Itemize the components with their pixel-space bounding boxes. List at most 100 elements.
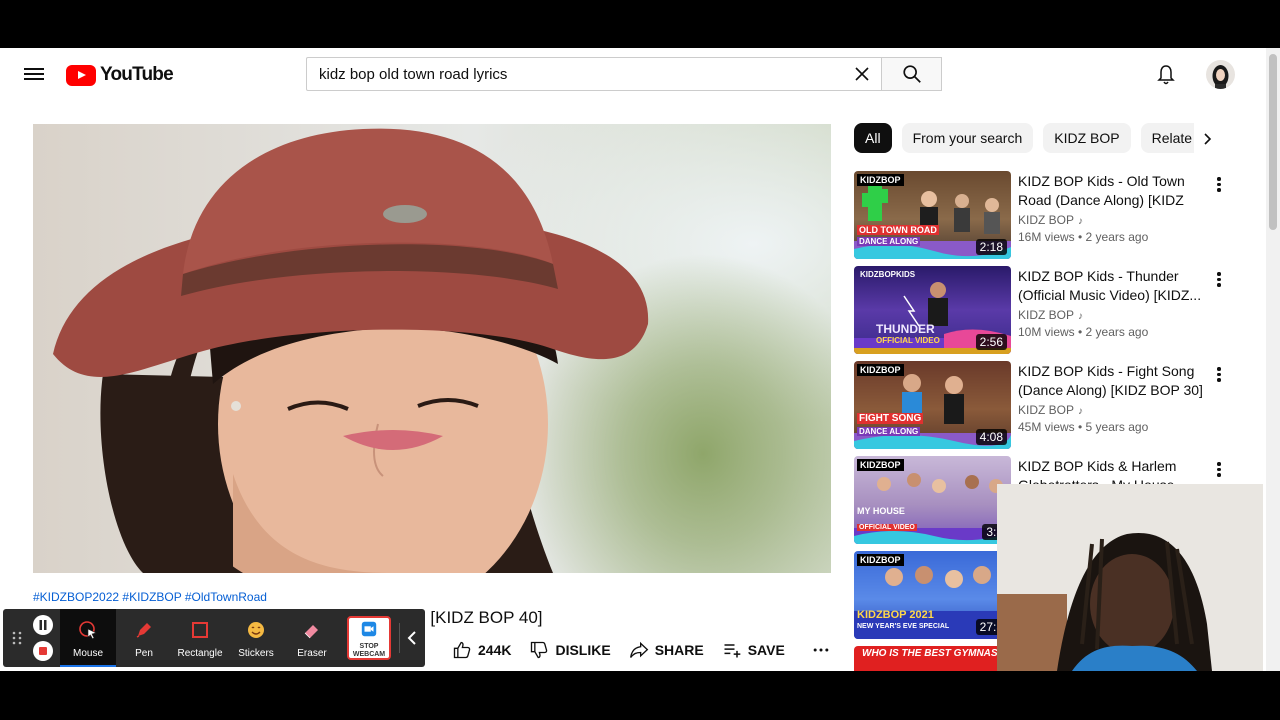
video-thumbnail[interactable]: KIDZBOP MY HOUSE OFFICIAL VIDEO 3:3 bbox=[854, 456, 1011, 544]
video-actions: 244K DISLIKE SHARE SAVE bbox=[452, 639, 849, 661]
thumbnail-sublabel: DANCE ALONG bbox=[857, 237, 921, 246]
more-vert-icon[interactable] bbox=[1214, 175, 1224, 195]
video-thumbnail[interactable]: KIDZBOPKIDS THUNDER OFFICIAL VIDEO 2:56 bbox=[854, 266, 1011, 354]
recommendation-title[interactable]: KIDZ BOP Kids - Thunder (Official Music … bbox=[1018, 267, 1210, 305]
more-vert-icon[interactable] bbox=[1214, 270, 1224, 290]
music-note-icon: ♪ bbox=[1078, 406, 1084, 417]
stop-webcam-label: STOP bbox=[359, 643, 379, 650]
hashtag-link[interactable]: #KIDZBOP bbox=[122, 590, 181, 604]
recommendation-item[interactable]: KIDZBOPKIDS THUNDER OFFICIAL VIDEO 2:56 … bbox=[854, 266, 1264, 356]
clear-search-icon[interactable] bbox=[853, 65, 871, 83]
pause-recording-button[interactable] bbox=[33, 615, 53, 635]
stop-recording-button[interactable] bbox=[33, 641, 53, 661]
chip-all[interactable]: All bbox=[854, 123, 892, 153]
dislike-button[interactable]: DISLIKE bbox=[529, 640, 611, 660]
recorder-toolbar: Mouse Pen Rectangle Stickers Eraser STOP… bbox=[3, 609, 425, 667]
thumbnail-label: THUNDER bbox=[876, 322, 935, 336]
tool-pen[interactable]: Pen bbox=[116, 609, 172, 667]
youtube-logo[interactable]: YouTube bbox=[66, 64, 174, 86]
stop-icon bbox=[39, 647, 47, 655]
filter-chips: All From your search KIDZ BOP Relate bbox=[854, 123, 1194, 155]
thumbnail-sublabel: DANCE ALONG bbox=[857, 427, 921, 436]
hashtag-link[interactable]: #OldTownRoad bbox=[185, 590, 267, 604]
tool-mouse[interactable]: Mouse bbox=[60, 609, 116, 667]
page-scrollbar[interactable] bbox=[1266, 48, 1280, 671]
channel-name[interactable]: KIDZ BOP ♪ bbox=[1018, 403, 1083, 417]
youtube-app: YouTube kidz bop old town road lyrics #K… bbox=[0, 48, 1280, 671]
search-button[interactable] bbox=[881, 57, 942, 91]
hamburger-menu-icon[interactable] bbox=[22, 65, 46, 85]
recommendation-title[interactable]: KIDZ BOP Kids - Old Town Road (Dance Alo… bbox=[1018, 172, 1210, 210]
video-hashtags: #KIDZBOP2022 #KIDZBOP #OldTownRoad bbox=[33, 590, 267, 604]
like-button[interactable]: 244K bbox=[452, 640, 511, 660]
chips-next-button[interactable] bbox=[1194, 124, 1222, 154]
search-box[interactable] bbox=[306, 57, 882, 91]
music-note-icon: ♪ bbox=[1078, 311, 1084, 322]
webcam-feed-image bbox=[997, 484, 1263, 671]
channel-name[interactable]: KIDZ BOP ♪ bbox=[1018, 213, 1083, 227]
thumbnail-brand: KIDZBOP bbox=[857, 554, 904, 566]
video-duration: 2:18 bbox=[975, 239, 1007, 255]
video-frame-image bbox=[53, 128, 649, 573]
recommendation-item[interactable]: KIDZBOP FIGHT SONG DANCE ALONG 4:08 KIDZ… bbox=[854, 361, 1264, 451]
stop-webcam-button[interactable]: STOP WEBCAM bbox=[347, 616, 391, 660]
webcam-icon bbox=[361, 621, 377, 637]
thumbnail-label: OLD TOWN ROAD bbox=[857, 225, 939, 235]
search-icon bbox=[903, 65, 921, 83]
tool-rectangle[interactable]: Rectangle bbox=[172, 609, 228, 667]
video-duration: 2:56 bbox=[975, 334, 1007, 350]
chip-from-your-search[interactable]: From your search bbox=[901, 123, 1034, 153]
video-player[interactable] bbox=[33, 124, 831, 573]
more-actions-button[interactable] bbox=[811, 640, 831, 660]
channel-name[interactable]: KIDZ BOP ♪ bbox=[1018, 308, 1083, 322]
share-arrow-icon bbox=[629, 641, 649, 658]
search-input[interactable] bbox=[317, 65, 841, 84]
thumbnail-label: WHO IS THE BEST GYMNAST bbox=[862, 648, 1004, 659]
thumbnail-sublabel: NEW YEAR'S EVE SPECIAL bbox=[857, 623, 950, 630]
tool-label: Pen bbox=[135, 648, 153, 659]
chip-related[interactable]: Relate bbox=[1140, 123, 1194, 153]
hashtag-link[interactable]: #KIDZBOP2022 bbox=[33, 590, 119, 604]
tool-label: Stickers bbox=[238, 648, 274, 659]
notifications-bell-icon[interactable] bbox=[1154, 63, 1178, 87]
thumbs-down-icon bbox=[531, 641, 548, 659]
rectangle-icon bbox=[192, 622, 208, 638]
thumbnail-brand: KIDZBOP bbox=[857, 174, 904, 186]
thumbnail-sublabel: OFFICIAL VIDEO bbox=[857, 524, 917, 531]
video-thumbnail[interactable]: KIDZBOP FIGHT SONG DANCE ALONG 4:08 bbox=[854, 361, 1011, 449]
video-thumbnail[interactable]: WHO IS THE BEST GYMNAST bbox=[854, 646, 1011, 671]
save-label: SAVE bbox=[747, 642, 785, 658]
video-meta: 10M views • 2 years ago bbox=[1018, 325, 1149, 339]
sticker-emoji-icon bbox=[248, 622, 264, 638]
recommendation-item[interactable]: KIDZBOP OLD TOWN ROAD DANCE ALONG 2:18 K… bbox=[854, 171, 1264, 261]
thumbnail-label: KIDZBOP 2021 bbox=[857, 609, 934, 621]
collapse-toolbar-button[interactable] bbox=[399, 623, 424, 653]
tool-eraser[interactable]: Eraser bbox=[284, 609, 340, 667]
channel-label: KIDZ BOP bbox=[1018, 213, 1075, 227]
webcam-overlay[interactable] bbox=[997, 484, 1263, 671]
tool-stickers[interactable]: Stickers bbox=[228, 609, 284, 667]
video-thumbnail[interactable]: KIDZBOP OLD TOWN ROAD DANCE ALONG 2:18 bbox=[854, 171, 1011, 259]
video-title: ) [KIDZ BOP 40] bbox=[420, 608, 543, 627]
save-button[interactable]: SAVE bbox=[722, 640, 785, 660]
tool-label: Mouse bbox=[72, 648, 103, 659]
mouse-pointer-icon bbox=[79, 621, 97, 640]
video-thumbnail[interactable]: KIDZBOP KIDZBOP 2021 NEW YEAR'S EVE SPEC… bbox=[854, 551, 1011, 639]
drag-handle-icon[interactable] bbox=[11, 631, 23, 645]
account-avatar[interactable] bbox=[1206, 60, 1235, 89]
chevron-left-icon bbox=[407, 631, 416, 645]
scrollbar-thumb[interactable] bbox=[1269, 54, 1277, 230]
pause-icon bbox=[39, 620, 47, 630]
channel-label: KIDZ BOP bbox=[1018, 308, 1075, 322]
thumbnail-brand: KIDZBOP bbox=[857, 364, 904, 376]
recommendation-title[interactable]: KIDZ BOP Kids - Fight Song (Dance Along)… bbox=[1018, 362, 1210, 400]
thumbnail-sublabel: OFFICIAL VIDEO bbox=[876, 336, 940, 345]
channel-label: KIDZ BOP bbox=[1018, 403, 1075, 417]
chip-kidz-bop[interactable]: KIDZ BOP bbox=[1043, 123, 1131, 153]
more-vert-icon[interactable] bbox=[1214, 365, 1224, 385]
music-note-icon: ♪ bbox=[1078, 216, 1084, 227]
share-button[interactable]: SHARE bbox=[629, 640, 704, 660]
thumbnail-label: MY HOUSE bbox=[857, 506, 905, 516]
thumbnail-brand: KIDZBOP bbox=[857, 459, 904, 471]
more-vert-icon[interactable] bbox=[1214, 460, 1224, 480]
